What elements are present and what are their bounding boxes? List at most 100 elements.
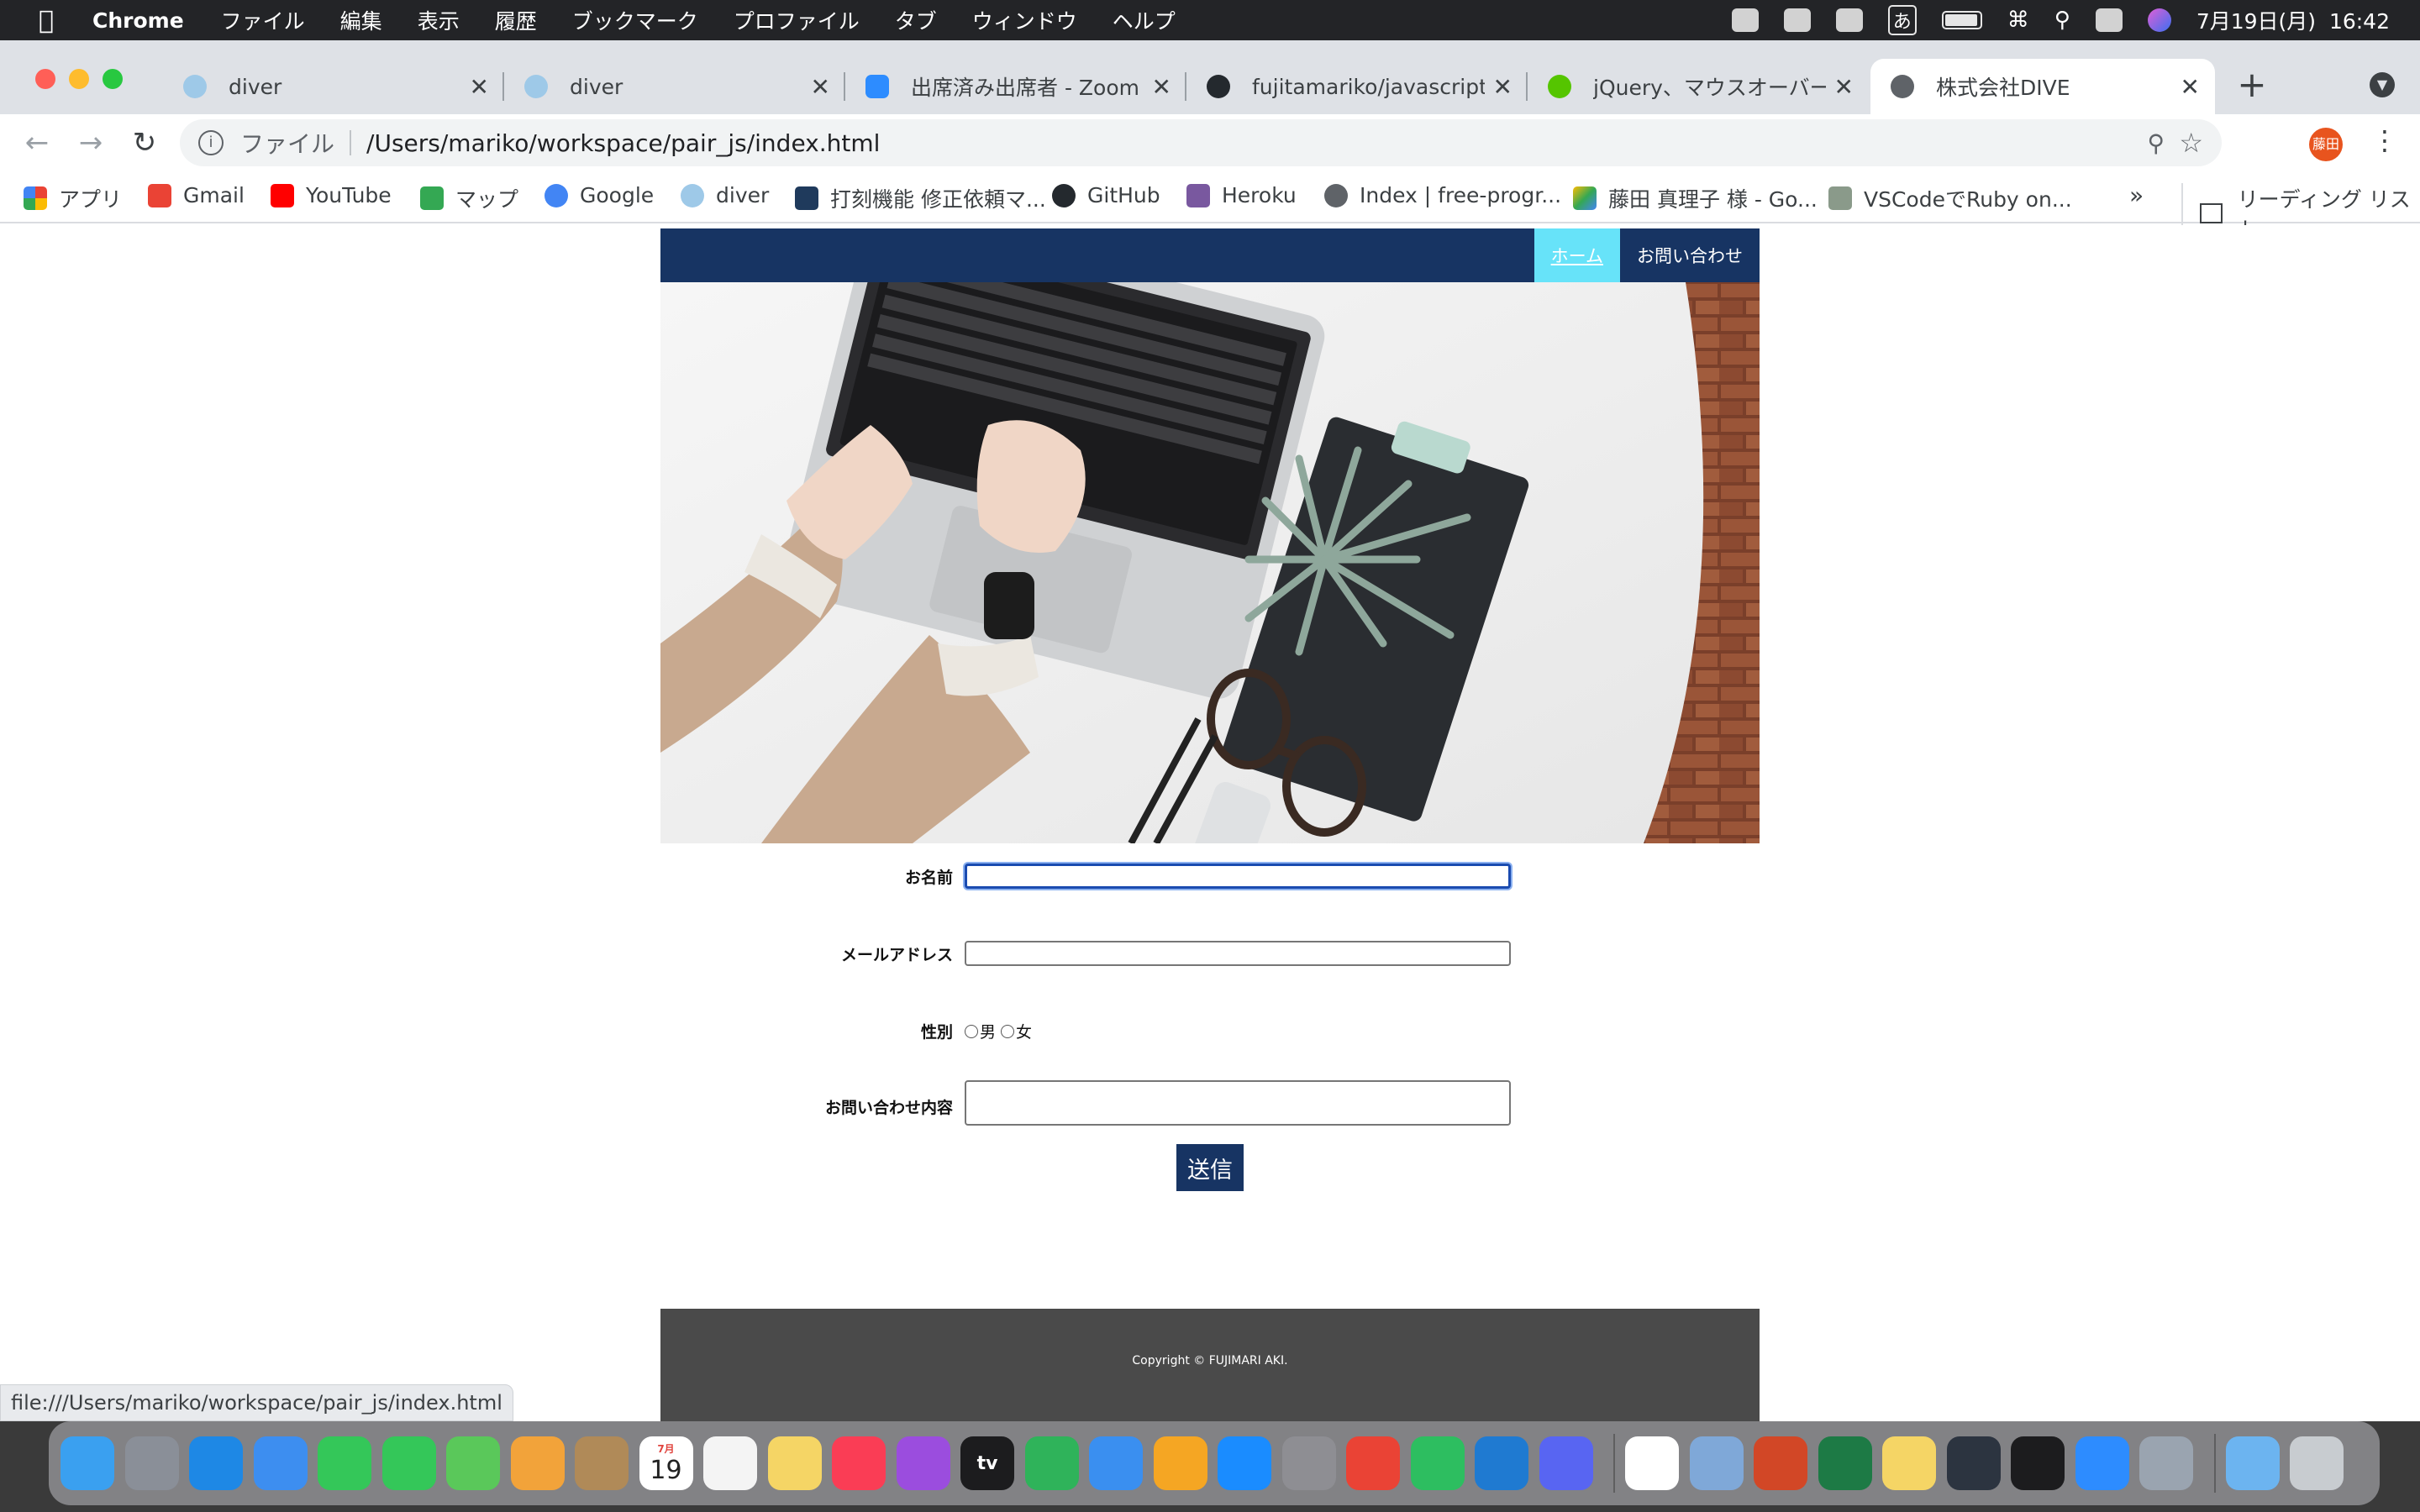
bookmarks-overflow-chevron-icon[interactable]: » — [2129, 181, 2144, 209]
window-zoom-button[interactable] — [103, 69, 123, 89]
tab-close-icon[interactable]: ✕ — [470, 73, 489, 101]
name-input[interactable] — [965, 864, 1511, 889]
excel-icon[interactable] — [1818, 1436, 1872, 1490]
bookmark-free-programming[interactable]: Index | free-progr... — [1324, 183, 1561, 207]
discord-icon[interactable] — [1539, 1436, 1593, 1490]
new-tab-button[interactable]: + — [2235, 64, 2269, 105]
bookmark-google-drive[interactable]: 藤田 真理子 様 - Go... — [1573, 183, 1818, 213]
bookmark-apps[interactable]: アプリ — [24, 183, 122, 213]
vscode-icon[interactable] — [1475, 1436, 1528, 1490]
menu-tab[interactable]: タブ — [895, 5, 937, 35]
browser-tab[interactable]: jQuery、マウスオーバーで ✕ — [1528, 59, 1869, 114]
safari-icon[interactable] — [189, 1436, 243, 1490]
tab-close-icon[interactable]: ✕ — [2181, 73, 2200, 101]
bookmark-google[interactable]: Google — [544, 183, 654, 207]
message-textarea[interactable] — [965, 1080, 1511, 1126]
chrome-menu-icon[interactable]: ⋮ — [2371, 124, 2398, 156]
podcasts-icon[interactable] — [896, 1436, 950, 1490]
browser-tab[interactable]: diver ✕ — [504, 59, 845, 114]
bookmark-heroku[interactable]: Heroku — [1186, 183, 1297, 207]
maps-icon[interactable] — [446, 1436, 500, 1490]
tab-search-icon[interactable]: ▼ — [2370, 72, 2395, 97]
browser-tab[interactable]: fujitamariko/javascript_e ✕ — [1186, 59, 1528, 114]
stickies-icon[interactable] — [1882, 1436, 1936, 1490]
evernote-status-icon[interactable] — [1835, 8, 1863, 32]
app-menu-chrome[interactable]: Chrome — [92, 8, 184, 33]
apple-menu-icon[interactable]:  — [0, 6, 92, 35]
contacts-icon[interactable] — [575, 1436, 629, 1490]
launchpad-icon[interactable] — [124, 1436, 179, 1490]
reload-button[interactable]: ↻ — [124, 123, 165, 163]
bookmark-maps[interactable]: マップ — [420, 183, 518, 213]
address-url[interactable]: /Users/mariko/workspace/pair_js/index.ht… — [366, 129, 880, 157]
menu-profiles[interactable]: プロファイル — [734, 5, 860, 35]
menu-window[interactable]: ウィンドウ — [972, 5, 1077, 35]
pages-icon[interactable] — [1153, 1436, 1207, 1490]
trash-icon[interactable] — [2290, 1436, 2344, 1490]
numbers-icon[interactable] — [1024, 1436, 1079, 1490]
menu-view[interactable]: 表示 — [418, 5, 460, 35]
facetime-icon[interactable] — [318, 1436, 371, 1490]
window-close-button[interactable] — [35, 69, 55, 89]
nav-link-contact[interactable]: お問い合わせ — [1620, 228, 1760, 282]
menu-help[interactable]: ヘルプ — [1113, 5, 1176, 35]
tab-close-icon[interactable]: ✕ — [1493, 73, 1512, 101]
window-minimize-button[interactable] — [69, 69, 89, 89]
app-store-icon[interactable] — [1218, 1436, 1271, 1490]
chrome-icon[interactable] — [1346, 1436, 1400, 1490]
finder-icon[interactable] — [60, 1436, 114, 1490]
downloads-folder-icon[interactable] — [2225, 1436, 2280, 1490]
input-method-icon[interactable]: あ — [1887, 5, 1917, 35]
control-center-icon[interactable] — [2095, 8, 2123, 32]
bookmark-youtube[interactable]: YouTube — [271, 183, 392, 207]
bookmark-star-icon[interactable]: ☆ — [2179, 127, 2203, 159]
powerpoint-icon[interactable] — [1754, 1436, 1807, 1490]
tab-close-icon[interactable]: ✕ — [1152, 73, 1171, 101]
bookmark-timestamp-request[interactable]: 打刻機能 修正依頼マ... — [795, 183, 1046, 213]
menu-bookmarks[interactable]: ブックマーク — [572, 5, 698, 35]
tab-close-icon[interactable]: ✕ — [1834, 73, 1854, 101]
profile-avatar[interactable]: 藤田 — [2309, 128, 2343, 161]
browser-tab[interactable]: 出席済み出席者 - Zoom ✕ — [845, 59, 1186, 114]
email-input[interactable] — [965, 941, 1511, 966]
siri-icon[interactable] — [2147, 8, 2171, 32]
evernote-icon[interactable] — [1410, 1436, 1465, 1490]
gender-radio-female[interactable] — [1001, 1024, 1015, 1038]
bookmark-gmail[interactable]: Gmail — [148, 183, 245, 207]
slack-icon[interactable] — [1625, 1436, 1679, 1490]
bookmark-github[interactable]: GitHub — [1052, 183, 1160, 207]
tv-icon[interactable]: tv — [960, 1436, 1014, 1490]
tab-close-icon[interactable]: ✕ — [811, 73, 830, 101]
bookmark-vscode-ruby[interactable]: VSCodeでRuby on... — [1828, 183, 2072, 213]
photos-icon[interactable] — [510, 1436, 565, 1490]
terminal-icon[interactable] — [2011, 1436, 2065, 1490]
menu-history[interactable]: 履歴 — [495, 5, 537, 35]
menu-file[interactable]: ファイル — [221, 5, 305, 35]
address-bar[interactable]: i ファイル /Users/mariko/workspace/pair_js/i… — [180, 119, 2222, 166]
wifi-icon[interactable]: ⌘ — [2007, 8, 2029, 33]
forward-button[interactable]: → — [71, 123, 111, 163]
keynote-icon[interactable] — [1089, 1436, 1143, 1490]
browser-tab-active[interactable]: 株式会社DIVE ✕ — [1870, 59, 2215, 114]
menu-edit[interactable]: 編集 — [340, 5, 382, 35]
bookmark-diver[interactable]: diver — [681, 183, 769, 207]
zoom-status-icon[interactable] — [1731, 8, 1759, 32]
vpn-shield-icon[interactable] — [1946, 1436, 2001, 1490]
gender-radio-male[interactable] — [965, 1024, 978, 1038]
spotlight-search-icon[interactable]: ⚲ — [2054, 8, 2070, 33]
battery-icon[interactable] — [1941, 11, 1982, 29]
zoom-icon[interactable]: ⚲ — [2147, 129, 2165, 157]
nav-link-home[interactable]: ホーム — [1534, 228, 1620, 282]
menu-bar-clock[interactable]: 7月19日(月) 16:42 — [2196, 5, 2390, 35]
screenshot-icon[interactable] — [2139, 1436, 2193, 1490]
back-button[interactable]: ← — [17, 123, 57, 163]
music-icon[interactable] — [832, 1436, 886, 1490]
mail-icon[interactable] — [253, 1436, 308, 1490]
browser-tab[interactable]: diver ✕ — [163, 59, 504, 114]
notes-icon[interactable] — [767, 1436, 822, 1490]
submit-button[interactable]: 送信 — [1176, 1144, 1244, 1191]
messages-icon[interactable] — [381, 1436, 436, 1490]
calendar-icon[interactable]: 7月 19 — [639, 1436, 693, 1490]
reminders-icon[interactable] — [703, 1436, 757, 1490]
site-info-icon[interactable]: i — [198, 130, 224, 155]
